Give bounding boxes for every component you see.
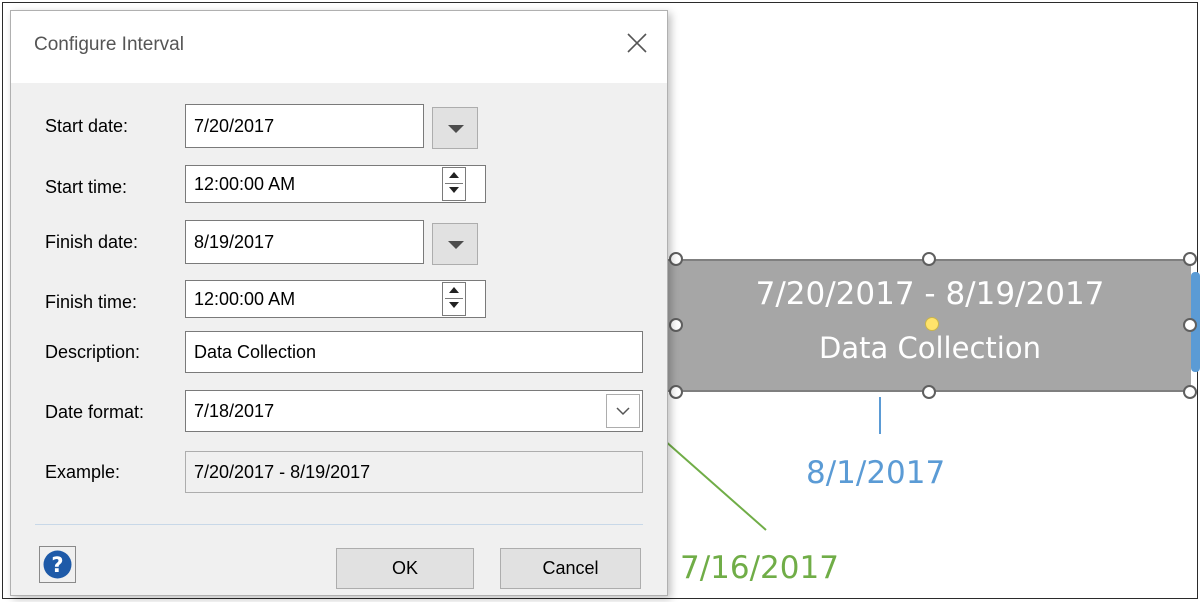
start-time-label: Start time: [45, 177, 128, 197]
ok-button[interactable]: OK [336, 548, 474, 589]
green-milestone-line [663, 439, 767, 531]
chevron-down-icon [616, 407, 630, 416]
finish-time-stepper[interactable] [442, 282, 466, 316]
dialog-titlebar[interactable]: Configure Interval [11, 11, 667, 83]
spin-down-icon[interactable] [445, 184, 463, 198]
help-icon[interactable]: ? [39, 546, 76, 583]
spin-up-icon[interactable] [445, 169, 463, 184]
start-date-field[interactable]: 7/20/2017 [185, 104, 424, 148]
finish-date-label: Finish date: [45, 232, 139, 252]
start-date-dropdown-button[interactable] [432, 107, 478, 149]
start-time-field[interactable]: 12:00:00 AM [185, 165, 486, 203]
finish-time-field[interactable]: 12:00:00 AM [185, 280, 486, 318]
date-format-label: Date format: [45, 402, 145, 422]
finish-date-dropdown-button[interactable] [432, 223, 478, 265]
close-icon[interactable] [625, 31, 649, 55]
example-label: Example: [45, 462, 121, 482]
chevron-down-icon [448, 125, 464, 133]
cancel-button[interactable]: Cancel [500, 548, 641, 589]
date-format-select[interactable]: 7/18/2017 [185, 390, 643, 432]
svg-text:?: ? [51, 553, 63, 577]
spin-up-icon[interactable] [445, 284, 463, 299]
dialog-separator [35, 524, 643, 525]
configure-interval-dialog: Configure Interval Start date: 7/20/2017… [10, 10, 668, 596]
milestone-date-blue[interactable]: 8/1/2017 [806, 455, 945, 491]
start-time-stepper[interactable] [442, 167, 466, 201]
milestone-date-green[interactable]: 7/16/2017 [680, 550, 839, 586]
finish-date-field[interactable]: 8/19/2017 [185, 220, 424, 264]
date-format-dropdown-button[interactable] [606, 394, 640, 428]
description-field[interactable]: Data Collection [185, 331, 643, 373]
spin-down-icon[interactable] [445, 299, 463, 313]
description-label: Description: [45, 342, 141, 362]
chevron-down-icon [448, 241, 464, 249]
start-date-label: Start date: [45, 116, 129, 136]
finish-time-label: Finish time: [45, 292, 138, 312]
dialog-title: Configure Interval [34, 34, 184, 55]
example-field: 7/20/2017 - 8/19/2017 [185, 451, 643, 493]
